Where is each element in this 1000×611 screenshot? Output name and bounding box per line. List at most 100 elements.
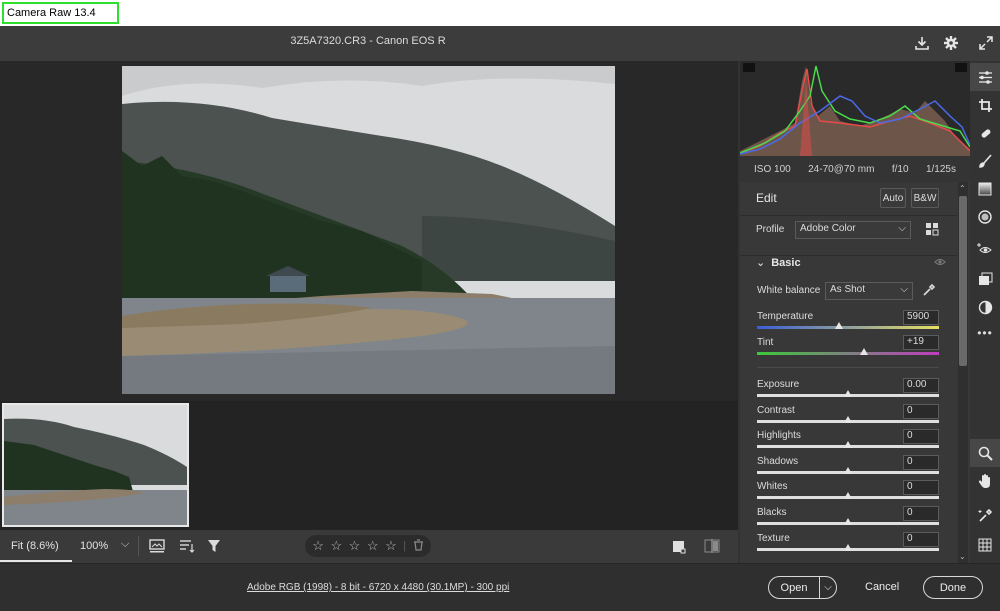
linear-gradient-icon[interactable] [970,175,1000,203]
filmstrip-options-icon[interactable] [149,539,167,556]
fullscreen-icon[interactable] [975,32,997,54]
edit-sliders-icon[interactable] [970,63,1000,91]
profile-value: Adobe Color [800,223,856,234]
cancel-button[interactable]: Cancel [865,581,899,593]
basic-section-toggle[interactable]: ⌄ Basic [756,256,801,269]
header-bar: 3Z5A7320.CR3 - Canon EOS R [0,26,1000,61]
more-icon[interactable]: ••• [970,319,1000,347]
shutter-value: 1/125s [925,163,956,175]
texture-slider-thumb[interactable] [844,544,852,551]
grid-icon[interactable] [970,531,1000,559]
basic-section-title: Basic [771,257,801,269]
divider [138,536,139,556]
highlights-input[interactable]: 0 [903,429,939,444]
view-mode-icon[interactable] [672,540,686,557]
red-eye-icon[interactable] [970,235,1000,263]
chevron-down-icon: ⌄ [756,257,766,269]
lens-value: 24-70@70 mm [808,163,875,175]
blacks-input[interactable]: 0 [903,506,939,521]
presets-icon[interactable] [970,293,1000,321]
temperature-label: Temperature [757,311,814,322]
scroll-down-icon[interactable]: ⌄ [959,552,966,561]
edit-title: Edit [756,191,777,205]
image-canvas[interactable] [0,61,738,401]
temperature-input[interactable]: 5900 [903,310,939,325]
zoom-100-button[interactable]: 100% [80,540,108,552]
blacks-label: Blacks [757,507,787,518]
open-button[interactable]: Open [769,582,819,594]
save-icon[interactable] [911,32,933,54]
divider: | [403,540,407,552]
exif-info: ISO 100 24-70@70 mm f/10 1/125s [740,156,970,182]
healing-icon[interactable] [970,119,1000,147]
window-title-bar: Camera Raw 13.4 [0,0,1000,26]
color-sampler-icon[interactable] [970,501,1000,529]
highlights-label: Highlights [757,430,801,441]
bw-button[interactable]: B&W [911,188,939,208]
shadows-input[interactable]: 0 [903,455,939,470]
iso-value: ISO 100 [754,163,791,175]
star-icon[interactable]: ☆ [385,538,397,554]
snapshots-icon[interactable] [970,265,1000,293]
open-button-group: Open ⌵ [768,576,837,599]
done-button[interactable]: Done [923,576,983,599]
chevron-down-icon: ⌵ [900,284,908,295]
whites-slider-thumb[interactable] [844,492,852,499]
auto-button[interactable]: Auto [880,188,906,208]
before-after-icon[interactable] [704,539,720,556]
profile-select[interactable]: Adobe Color ⌵ [795,221,911,239]
eyedropper-icon[interactable] [922,283,936,300]
whites-label: Whites [757,481,788,492]
workflow-options-link[interactable]: Adobe RGB (1998) - 8 bit - 6720 x 4480 (… [247,582,509,593]
tint-input[interactable]: +19 [903,335,939,350]
highlights-slider-thumb[interactable] [844,441,852,448]
scroll-up-icon[interactable]: ⌃ [959,184,966,193]
contrast-input[interactable]: 0 [903,404,939,419]
star-icon[interactable]: ☆ [349,538,361,554]
texture-label: Texture [757,533,790,544]
scrollbar-thumb[interactable] [959,196,967,366]
profile-row: Profile Adobe Color ⌵ [740,216,957,256]
aperture-value: f/10 [891,163,909,175]
zoom-fit-button[interactable]: Fit (8.6%) [11,540,59,552]
exposure-slider-thumb[interactable] [844,390,852,397]
temperature-slider[interactable] [757,326,939,329]
brush-icon[interactable] [970,147,1000,175]
open-options-chevron-icon[interactable]: ⌵ [820,582,836,593]
gear-icon[interactable] [940,32,962,54]
app-title: Camera Raw 13.4 [2,2,119,24]
tint-slider-thumb[interactable] [860,348,869,355]
tint-label: Tint [757,337,774,348]
zoom-icon[interactable] [970,439,1000,467]
shadows-slider-thumb[interactable] [844,467,852,474]
white-balance-select[interactable]: As Shot ⌵ [825,282,913,300]
eye-icon[interactable] [934,257,946,270]
exposure-input[interactable]: 0.00 [903,378,939,393]
whites-input[interactable]: 0 [903,480,939,495]
radial-gradient-icon[interactable] [970,203,1000,231]
texture-input[interactable]: 0 [903,532,939,547]
star-icon[interactable]: ☆ [330,538,342,554]
crop-icon[interactable] [970,91,1000,119]
profile-browser-icon[interactable] [926,223,939,239]
panel-scrollbar[interactable]: ⌃ ⌄ [958,182,968,563]
tool-rail: ••• [970,61,1000,563]
bottom-toolbar: Fit (8.6%) 100% ⌵ ☆ ☆ ☆ ☆ ☆ | [0,530,738,563]
hand-icon[interactable] [970,467,1000,495]
sort-icon[interactable] [179,539,195,556]
tint-slider[interactable] [757,352,939,355]
histogram [740,61,970,156]
profile-label: Profile [756,224,785,235]
zoom-dropdown-chevron-icon[interactable]: ⌵ [121,538,129,551]
star-icon[interactable]: ☆ [367,538,379,554]
temperature-slider-thumb[interactable] [834,322,843,329]
chevron-down-icon: ⌵ [898,223,906,234]
trash-icon[interactable] [413,538,424,554]
exposure-label: Exposure [757,379,800,390]
contrast-slider-thumb[interactable] [844,416,852,423]
star-icon[interactable]: ☆ [312,538,324,554]
filter-icon[interactable] [207,539,223,556]
filmstrip [0,401,738,530]
filmstrip-thumbnail[interactable] [2,403,189,527]
blacks-slider-thumb[interactable] [844,518,852,525]
